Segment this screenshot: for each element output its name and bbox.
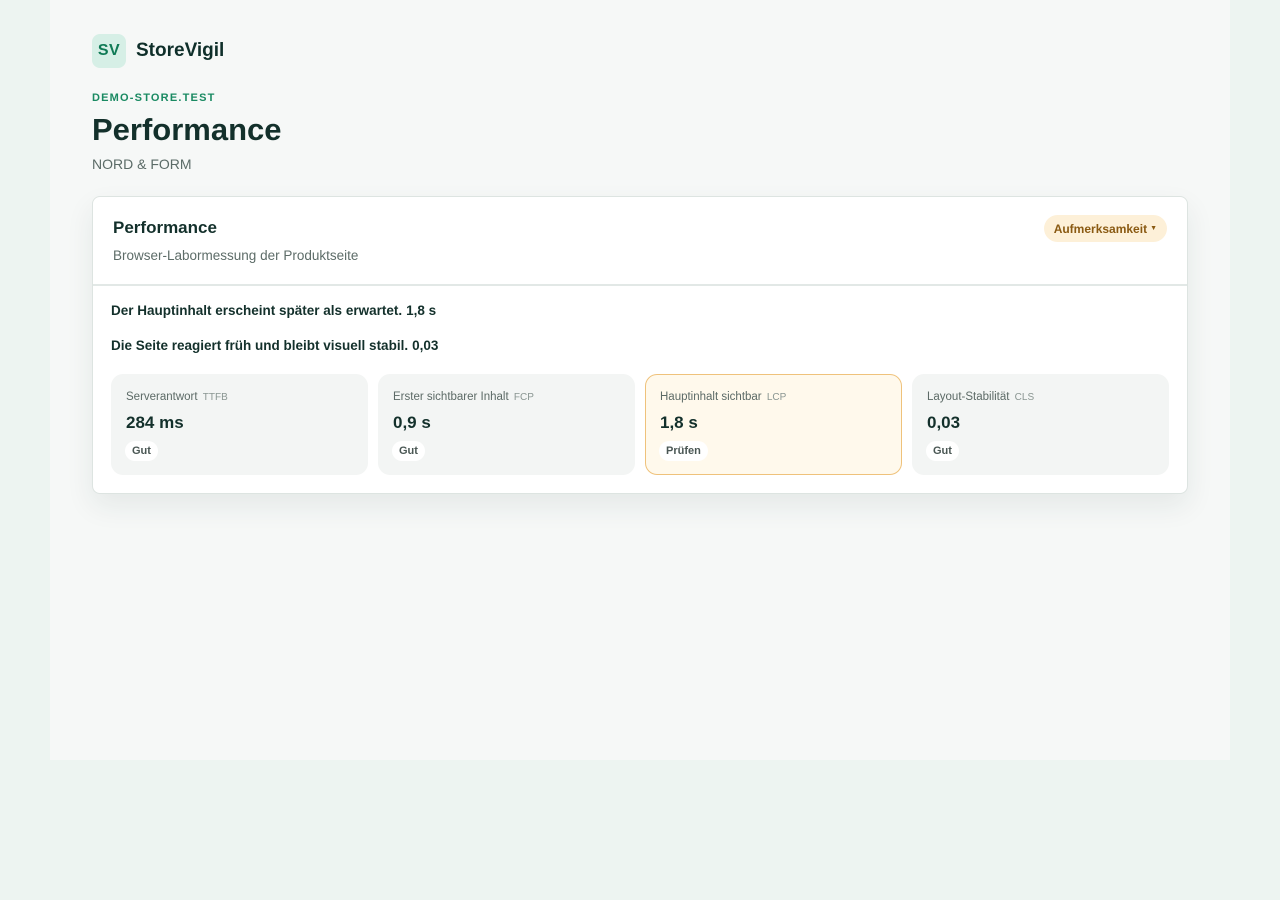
metric-card-lcp: Hauptinhalt sichtbar LCP 1,8 s Prüfen	[645, 374, 902, 475]
metric-abbr: LCP	[766, 392, 787, 403]
finding-row: Die Seite reagiert früh und bleibt visue…	[111, 338, 438, 353]
metric-label: Layout-Stabilität CLS	[927, 391, 1034, 403]
finding-value: 0,03	[412, 338, 439, 353]
store-name: NORD & FORM	[92, 156, 192, 172]
page-frame: SV StoreVigil DEMO-STORE.TEST Performanc…	[50, 0, 1230, 760]
page-title: Performance	[92, 112, 282, 147]
metric-rating-badge: Gut	[392, 441, 425, 461]
metric-label-text: Hauptinhalt sichtbar	[660, 391, 762, 403]
status-dropdown[interactable]: Aufmerksamkeit ▼	[1043, 215, 1167, 242]
metric-abbr: CLS	[1014, 392, 1035, 403]
metric-rating-badge: Gut	[926, 441, 959, 461]
metric-value: 1,8 s	[660, 413, 698, 432]
metric-label: Serverantwort TTFB	[126, 391, 228, 403]
metric-card-ttfb: Serverantwort TTFB 284 ms Gut	[111, 374, 368, 475]
card-header: Performance Browser-Labormessung der Pro…	[93, 197, 1187, 286]
metric-rating-badge: Gut	[125, 441, 158, 461]
caret-down-icon: ▼	[1150, 225, 1157, 232]
logo: SV	[92, 34, 126, 68]
finding-text: Der Hauptinhalt erscheint später als erw…	[111, 303, 403, 318]
brand-name: StoreVigil	[136, 40, 225, 61]
metric-label-text: Serverantwort	[126, 391, 198, 403]
status-label: Aufmerksamkeit	[1053, 221, 1148, 236]
metric-abbr: TTFB	[202, 392, 228, 403]
metric-label: Hauptinhalt sichtbar LCP	[660, 391, 786, 403]
metric-abbr: FCP	[513, 392, 534, 403]
finding-text: Die Seite reagiert früh und bleibt visue…	[111, 338, 409, 353]
store-domain-label: DEMO-STORE.TEST	[92, 92, 216, 104]
metric-label-text: Erster sichtbarer Inhalt	[393, 391, 509, 403]
metric-label-text: Layout-Stabilität	[927, 391, 1010, 403]
metric-value: 284 ms	[126, 413, 184, 432]
metrics-grid: Serverantwort TTFB 284 ms Gut Erster sic…	[111, 374, 1169, 475]
performance-card: Performance Browser-Labormessung der Pro…	[92, 196, 1188, 494]
card-title: Performance	[113, 218, 217, 237]
metric-card-cls: Layout-Stabilität CLS 0,03 Gut	[912, 374, 1169, 475]
metric-card-fcp: Erster sichtbarer Inhalt FCP 0,9 s Gut	[378, 374, 635, 475]
brand[interactable]: SV StoreVigil	[92, 34, 224, 68]
metric-rating-badge: Prüfen	[659, 441, 708, 461]
metric-label: Erster sichtbarer Inhalt FCP	[393, 391, 534, 403]
finding-row: Der Hauptinhalt erscheint später als erw…	[111, 303, 436, 318]
card-subtitle: Browser-Labormessung der Produktseite	[113, 248, 359, 263]
metric-value: 0,9 s	[393, 413, 431, 432]
metric-value: 0,03	[927, 413, 961, 432]
finding-value: 1,8 s	[406, 303, 437, 318]
